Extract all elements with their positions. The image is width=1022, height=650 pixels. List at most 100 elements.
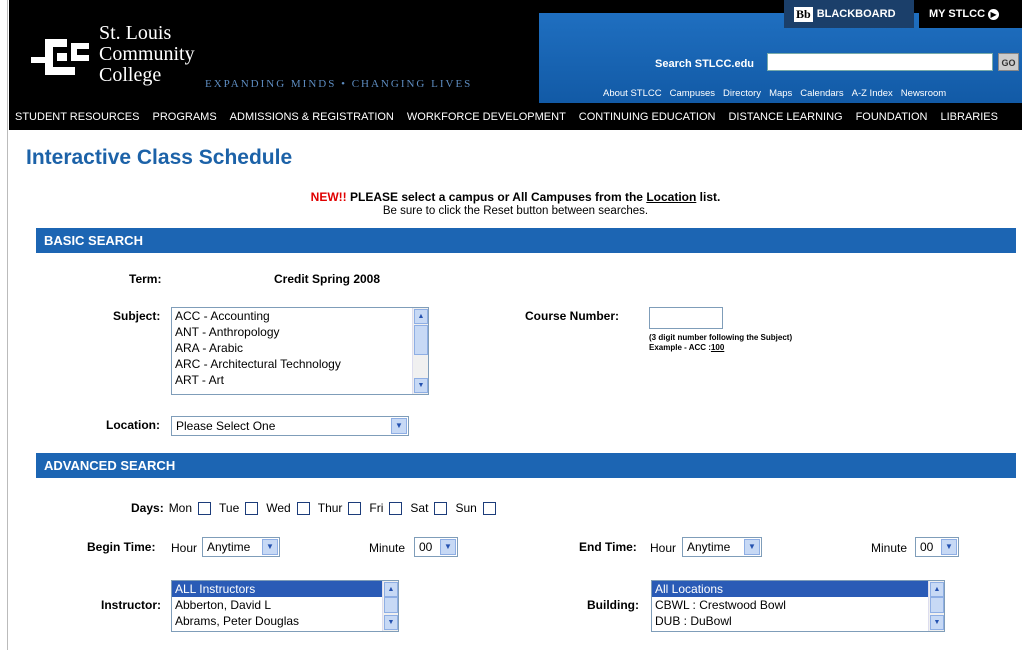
- notice-text-2: list.: [696, 190, 721, 204]
- nav-student-resources[interactable]: STUDENT RESOURCES: [15, 111, 139, 123]
- page: St. Louis Community College EXPANDING MI…: [9, 0, 1022, 650]
- nav-continuing-education[interactable]: CONTINUING EDUCATION: [579, 111, 716, 123]
- location-select[interactable]: Please Select One ▼: [171, 416, 409, 436]
- begin-minute-select[interactable]: 00 ▼: [414, 537, 458, 557]
- chevron-down-icon[interactable]: ▼: [440, 539, 456, 555]
- instructor-option[interactable]: Abrams, Peter Douglas: [172, 613, 398, 629]
- building-option[interactable]: All Locations: [652, 581, 944, 597]
- link-calendars[interactable]: Calendars: [800, 88, 843, 99]
- building-option[interactable]: DUB : DuBowl: [652, 613, 944, 629]
- scroll-down-icon[interactable]: ▼: [384, 615, 398, 630]
- scroll-down-icon[interactable]: ▼: [930, 615, 944, 630]
- nav-foundation[interactable]: FOUNDATION: [856, 111, 928, 123]
- day-sat-checkbox[interactable]: [434, 501, 448, 515]
- term-value: Credit Spring 2008: [274, 272, 381, 286]
- mystlcc-label: MY STLCC: [929, 8, 986, 20]
- instructor-listbox[interactable]: ALL Instructors Abberton, David L Abrams…: [171, 580, 399, 632]
- link-about[interactable]: About STLCC: [603, 88, 662, 99]
- chevron-down-icon[interactable]: ▼: [744, 539, 760, 555]
- chevron-down-icon[interactable]: ▼: [262, 539, 278, 555]
- advanced-search-header: ADVANCED SEARCH: [36, 453, 1016, 478]
- day-thur-checkbox[interactable]: [348, 501, 362, 515]
- day-fri-checkbox[interactable]: [389, 501, 403, 515]
- begin-minute-label: Minute: [369, 541, 406, 555]
- building-scrollbar[interactable]: ▲ ▼: [928, 581, 944, 631]
- scroll-up-icon[interactable]: ▲: [414, 309, 428, 324]
- nav-distance-learning[interactable]: DISTANCE LEARNING: [728, 111, 842, 123]
- instructor-label: Instructor:: [101, 598, 161, 612]
- day-sat-label: Sat: [410, 501, 429, 515]
- scroll-down-icon[interactable]: ▼: [414, 378, 428, 393]
- scroll-thumb[interactable]: [930, 597, 944, 613]
- course-example: Example - ACC :100: [649, 343, 724, 353]
- end-minute-select[interactable]: 00 ▼: [915, 537, 959, 557]
- search-go-button[interactable]: GO: [998, 53, 1019, 71]
- day-tue-checkbox[interactable]: [245, 501, 259, 515]
- notice: NEW!! PLEASE select a campus or All Camp…: [9, 190, 1022, 218]
- days-row: Days: Mon Tue Wed Thur Fri Sat Sun: [9, 501, 504, 515]
- window-frame: [0, 0, 8, 650]
- subject-option[interactable]: ARA - Arabic: [172, 340, 428, 356]
- day-wed-label: Wed: [266, 501, 291, 515]
- utility-links: About STLCC Campuses Directory Maps Cale…: [603, 88, 946, 99]
- subject-option[interactable]: ACC - Accounting: [172, 308, 428, 324]
- location-label: Location:: [106, 418, 160, 432]
- course-hint: (3 digit number following the Subject): [649, 333, 793, 342]
- subject-option[interactable]: ARC - Architectural Technology: [172, 356, 428, 372]
- nav-libraries[interactable]: LIBRARIES: [940, 111, 997, 123]
- instructor-scrollbar[interactable]: ▲ ▼: [382, 581, 398, 631]
- college-name[interactable]: St. Louis Community College: [99, 23, 195, 86]
- subject-label: Subject:: [113, 309, 161, 323]
- instructor-option[interactable]: ALL Instructors: [172, 581, 398, 597]
- subject-listbox[interactable]: ACC - Accounting ANT - Anthropology ARA …: [171, 307, 429, 395]
- nav-admissions[interactable]: ADMISSIONS & REGISTRATION: [230, 111, 394, 123]
- day-sun-checkbox[interactable]: [482, 501, 496, 515]
- site-search-input[interactable]: [767, 53, 993, 71]
- day-mon-label: Mon: [168, 501, 193, 515]
- location-selected: Please Select One: [176, 419, 276, 433]
- scroll-thumb[interactable]: [414, 325, 428, 355]
- logo-line-2: Community: [99, 43, 195, 65]
- chevron-down-icon[interactable]: ▼: [391, 418, 407, 434]
- mystlcc-link[interactable]: MY STLCC ▶: [919, 0, 1022, 28]
- course-number-label: Course Number:: [525, 309, 620, 323]
- link-campuses[interactable]: Campuses: [670, 88, 715, 99]
- link-a-z-index[interactable]: A-Z Index: [852, 88, 893, 99]
- notice-new: NEW!!: [310, 190, 347, 204]
- blackboard-link[interactable]: Bb BLACKBOARD: [784, 0, 914, 28]
- begin-hour-select[interactable]: Anytime ▼: [202, 537, 280, 557]
- instructor-option[interactable]: Abberton, David L: [172, 597, 398, 613]
- scroll-up-icon[interactable]: ▲: [930, 582, 944, 597]
- building-listbox[interactable]: All Locations CBWL : Crestwood Bowl DUB …: [651, 580, 945, 632]
- course-number-input[interactable]: [649, 307, 723, 329]
- nav-programs[interactable]: PROGRAMS: [152, 111, 216, 123]
- days-label: Days:: [131, 501, 164, 515]
- tagline: EXPANDING MINDS • CHANGING LIVES: [205, 78, 473, 90]
- begin-time-label: Begin Time:: [87, 540, 156, 554]
- day-mon-checkbox[interactable]: [198, 501, 212, 515]
- arrow-right-icon: ▶: [988, 8, 1000, 20]
- page-title: Interactive Class Schedule: [26, 146, 293, 169]
- subject-option[interactable]: ANT - Anthropology: [172, 324, 428, 340]
- begin-hour-label: Hour: [171, 541, 198, 555]
- logo-line-1: St. Louis: [99, 22, 172, 44]
- link-directory[interactable]: Directory: [723, 88, 761, 99]
- college-logo-icon[interactable]: [27, 33, 93, 81]
- link-newsroom[interactable]: Newsroom: [901, 88, 946, 99]
- nav-workforce[interactable]: WORKFORCE DEVELOPMENT: [407, 111, 566, 123]
- scroll-thumb[interactable]: [384, 597, 398, 613]
- subject-scrollbar[interactable]: ▲ ▼: [412, 308, 428, 394]
- end-minute-selected: 00: [920, 540, 934, 554]
- end-hour-select[interactable]: Anytime ▼: [682, 537, 762, 557]
- notice-text-1: PLEASE select a campus or All Campuses f…: [346, 190, 647, 204]
- building-option[interactable]: CBWL : Crestwood Bowl: [652, 597, 944, 613]
- main-nav: STUDENT RESOURCES PROGRAMS ADMISSIONS & …: [9, 103, 1022, 130]
- link-maps[interactable]: Maps: [769, 88, 792, 99]
- chevron-down-icon[interactable]: ▼: [941, 539, 957, 555]
- day-wed-checkbox[interactable]: [296, 501, 310, 515]
- subject-option[interactable]: ART - Art: [172, 372, 428, 388]
- location-link[interactable]: Location: [646, 190, 696, 204]
- scroll-up-icon[interactable]: ▲: [384, 582, 398, 597]
- course-example-text: Example - ACC :: [649, 343, 711, 352]
- blackboard-label: BLACKBOARD: [816, 8, 896, 20]
